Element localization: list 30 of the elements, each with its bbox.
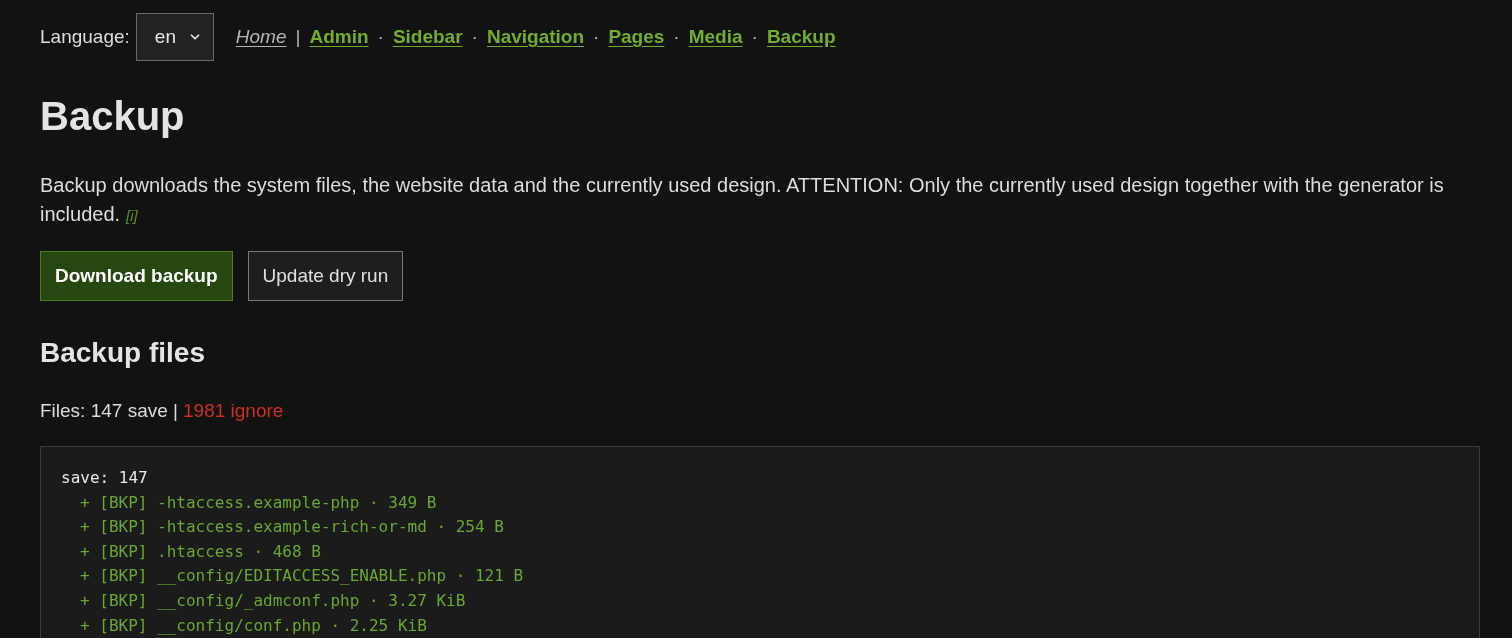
breadcrumb-link[interactable]: Admin <box>309 26 369 48</box>
page-title: Backup <box>40 93 186 140</box>
log-line: + [BKP] __config/conf.php · 2.25 KiB <box>79 614 427 637</box>
log-line: + [BKP] .htaccess · 468 B <box>79 540 321 563</box>
breadcrumb-link[interactable]: Sidebar <box>392 26 463 48</box>
breadcrumb-separator: | <box>295 26 301 48</box>
section-heading: Backup files <box>40 336 206 370</box>
log-line: + [BKP] __config/_admconf.php · 3.27 KiB <box>79 589 466 612</box>
log-line: + [BKP] __config/EDITACCESS_ENABLE.php · 121 B <box>79 565 524 588</box>
log-line: + [BKP] -htaccess.example-rich-or-md · 254 B <box>79 516 504 539</box>
download-button[interactable]: Download backup <box>40 251 233 301</box>
language-label: Language: <box>40 26 130 48</box>
breadcrumb-link[interactable]: Pages <box>608 26 665 48</box>
language-select[interactable]: en <box>135 13 214 61</box>
ignore-count: 1981 ignore <box>183 399 284 423</box>
info-link[interactable]: [i] <box>126 207 138 224</box>
breadcrumb-separator: · <box>673 26 680 48</box>
save-count: Files: 147 save | <box>40 399 178 423</box>
log-header: save: 147 <box>61 467 148 489</box>
breadcrumb-separator: · <box>377 26 384 48</box>
description-text: Backup downloads the system files, the website data and the currently used design. ATTENTION: Only the currently used design together with the generator is included. [i] <box>40 173 1445 227</box>
breadcrumb-link[interactable]: Navigation <box>486 26 585 48</box>
breadcrumb-link[interactable]: Backup <box>766 26 836 48</box>
log-line: + [BKP] -htaccess.example-php · 349 B <box>79 491 437 514</box>
breadcrumb-link[interactable]: Media <box>688 26 743 48</box>
breadcrumb-separator: · <box>471 26 478 48</box>
breadcrumb-separator: · <box>593 26 600 48</box>
breadcrumb-separator: · <box>751 26 758 48</box>
dry-run-button[interactable]: Update dry run <box>247 251 404 301</box>
breadcrumb-link[interactable]: Home <box>235 26 287 48</box>
